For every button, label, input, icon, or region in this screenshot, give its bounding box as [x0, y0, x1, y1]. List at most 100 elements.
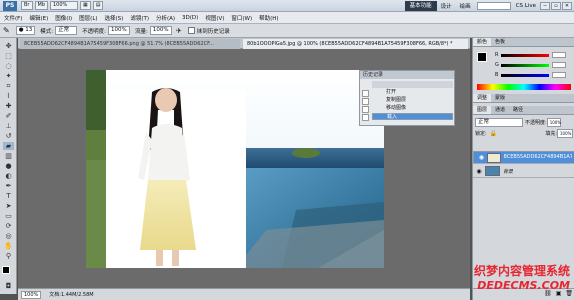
erase-to-history-label: 抹到历史记录	[196, 28, 230, 35]
layer-opacity-input[interactable]: 100%	[546, 118, 561, 127]
bridge-button[interactable]: Br	[21, 1, 33, 10]
brush-tool-icon[interactable]: ✐	[3, 112, 14, 120]
workspace-essentials-button[interactable]: 基本功能	[404, 0, 437, 11]
tab-adjustments[interactable]: 调整	[473, 94, 492, 102]
fill-input[interactable]: 100%	[557, 129, 573, 138]
move-tool-icon[interactable]: ✥	[3, 42, 14, 50]
minimize-button[interactable]: ─	[540, 1, 550, 10]
gradient-tool-icon[interactable]: ▥	[3, 152, 14, 160]
color-slider-g[interactable]: G	[495, 62, 573, 68]
opacity-input[interactable]: 100%	[107, 26, 130, 35]
eyedropper-tool-icon[interactable]: ⌇	[3, 92, 14, 100]
menu-select[interactable]: 选择(S)	[105, 14, 124, 22]
foreground-color-swatch[interactable]	[2, 266, 10, 274]
maximize-button[interactable]: ▫	[551, 1, 561, 10]
tab-channels[interactable]: 通道	[491, 106, 509, 114]
color-slider-r[interactable]: R	[495, 52, 573, 58]
blur-tool-icon[interactable]: ●	[3, 162, 14, 170]
crop-tool-icon[interactable]: ⌗	[3, 82, 14, 90]
menu-filter[interactable]: 滤镜(T)	[130, 14, 149, 22]
layer-thumbnail	[487, 152, 501, 163]
tab-paths[interactable]: 路径	[509, 106, 527, 114]
image-canvas[interactable]	[86, 70, 384, 268]
channel-b-value[interactable]	[552, 72, 566, 78]
3d-rotate-tool-icon[interactable]: ⟳	[3, 222, 14, 230]
history-snapshot-thumb[interactable]	[372, 81, 453, 88]
3d-camera-tool-icon[interactable]: ◎	[3, 232, 14, 240]
dodge-tool-icon[interactable]: ◐	[3, 172, 14, 180]
history-item-move-image[interactable]: 移动图像	[372, 105, 453, 112]
history-checkbox[interactable]	[362, 98, 369, 105]
lock-icon[interactable]: 🔒	[490, 130, 497, 137]
pen-tool-icon[interactable]: ✒	[3, 182, 14, 190]
path-selection-tool-icon[interactable]: ➤	[3, 202, 14, 210]
layer-name: 背景	[503, 168, 514, 175]
airbrush-icon[interactable]: ✈	[176, 27, 182, 35]
history-checkbox[interactable]	[362, 90, 369, 97]
fill-label: 填充:	[545, 131, 557, 137]
color-spectrum-bar[interactable]	[477, 84, 571, 90]
tab-masks[interactable]: 蒙版	[491, 94, 509, 102]
channel-g-value[interactable]	[552, 62, 566, 68]
layer-row[interactable]: ◉ 8CEB55ADD62CF4894B1A75...	[473, 151, 574, 164]
healing-brush-tool-icon[interactable]: ✚	[3, 102, 14, 110]
tab-document-jpg[interactable]: 80b1OOOPlGa5.jpg @ 100% (8CEB55ADD62CF48…	[243, 39, 468, 49]
tab-document-png[interactable]: 8CEB55ADD62CF4894B1A75459F308F66.png @ 5…	[20, 39, 240, 49]
status-zoom[interactable]: 100%	[21, 290, 42, 299]
history-item-load[interactable]: 载入	[372, 113, 453, 120]
fg-color-swatch[interactable]	[477, 52, 487, 62]
tab-color[interactable]: 颜色	[473, 38, 492, 46]
flow-label: 流量:	[134, 28, 148, 35]
hand-tool-icon[interactable]: ✋	[3, 242, 14, 250]
menu-file[interactable]: 文件(F)	[4, 14, 22, 22]
adjust-panel-tabs: 调整 蒙版	[473, 94, 574, 103]
workspace-painting-link[interactable]: 绘画	[456, 2, 475, 10]
document-tabs: 8CEB55ADD62CF4894B1A75459F308F66.png @ 5…	[18, 38, 470, 49]
eye-icon[interactable]: ◉	[478, 154, 485, 161]
workspace-design-link[interactable]: 设计	[437, 2, 456, 10]
zoom-select[interactable]: 100%	[50, 1, 78, 10]
history-item-duplicate-layer[interactable]: 复制图层	[372, 97, 453, 104]
history-brush-tool-icon[interactable]: ↺	[3, 132, 14, 140]
shape-tool-icon[interactable]: ▭	[3, 212, 14, 220]
mode-select[interactable]: 正常	[55, 26, 78, 35]
type-tool-icon[interactable]: T	[3, 192, 14, 200]
menu-layer[interactable]: 图层(L)	[79, 14, 97, 22]
color-slider-b[interactable]: B	[495, 72, 573, 78]
eraser-tool-icon[interactable]: ▰	[3, 142, 14, 150]
eye-icon[interactable]: ◉	[475, 168, 483, 175]
channel-r-value[interactable]	[552, 52, 566, 58]
tab-layers[interactable]: 图层	[473, 106, 492, 114]
blend-mode-select[interactable]: 正常	[475, 118, 523, 127]
quick-mask-icon[interactable]: ◘	[3, 282, 14, 290]
history-checkbox[interactable]	[362, 114, 369, 121]
history-checkbox[interactable]	[362, 106, 369, 113]
menu-edit[interactable]: 编辑(E)	[29, 14, 48, 22]
menu-help[interactable]: 帮助(H)	[259, 14, 278, 22]
search-input[interactable]	[476, 1, 511, 10]
marquee-tool-icon[interactable]: ⬚	[3, 52, 14, 60]
menu-window[interactable]: 窗口(W)	[231, 14, 252, 22]
clone-stamp-tool-icon[interactable]: ⊥	[3, 122, 14, 130]
minibridge-button[interactable]: Mb	[34, 1, 48, 10]
menu-view[interactable]: 视图(V)	[205, 14, 224, 22]
cs-live-button[interactable]: CS Live	[513, 3, 539, 9]
menu-image[interactable]: 图像(I)	[55, 14, 72, 22]
lasso-tool-icon[interactable]: ◌	[3, 62, 14, 70]
history-item-open[interactable]: 打开	[372, 89, 453, 96]
toolbox: ✥ ⬚ ◌ ✦ ⌗ ⌇ ✚ ✐ ⊥ ↺ ▰ ▥ ● ◐ ✒ T ➤ ▭ ⟳ ◎ …	[0, 38, 17, 294]
magic-wand-tool-icon[interactable]: ✦	[3, 72, 14, 80]
brush-picker[interactable]: ● 13	[15, 26, 36, 35]
canvas-image	[86, 70, 384, 268]
color-panel-tabs: 颜色 色板	[473, 38, 574, 47]
menu-analysis[interactable]: 分析(A)	[156, 14, 175, 22]
close-button[interactable]: ✕	[562, 1, 572, 10]
flow-input[interactable]: 100%	[149, 26, 172, 35]
erase-to-history-checkbox[interactable]	[187, 27, 195, 34]
arrange-documents-button[interactable]: ▤	[92, 1, 104, 10]
layer-row[interactable]: ◉ 背景	[473, 165, 574, 178]
menu-3d[interactable]: 3D(D)	[182, 15, 198, 21]
view-extras-button[interactable]: ▦	[80, 1, 91, 10]
tab-swatches[interactable]: 色板	[491, 38, 509, 46]
zoom-tool-icon[interactable]: ⚲	[3, 252, 14, 260]
